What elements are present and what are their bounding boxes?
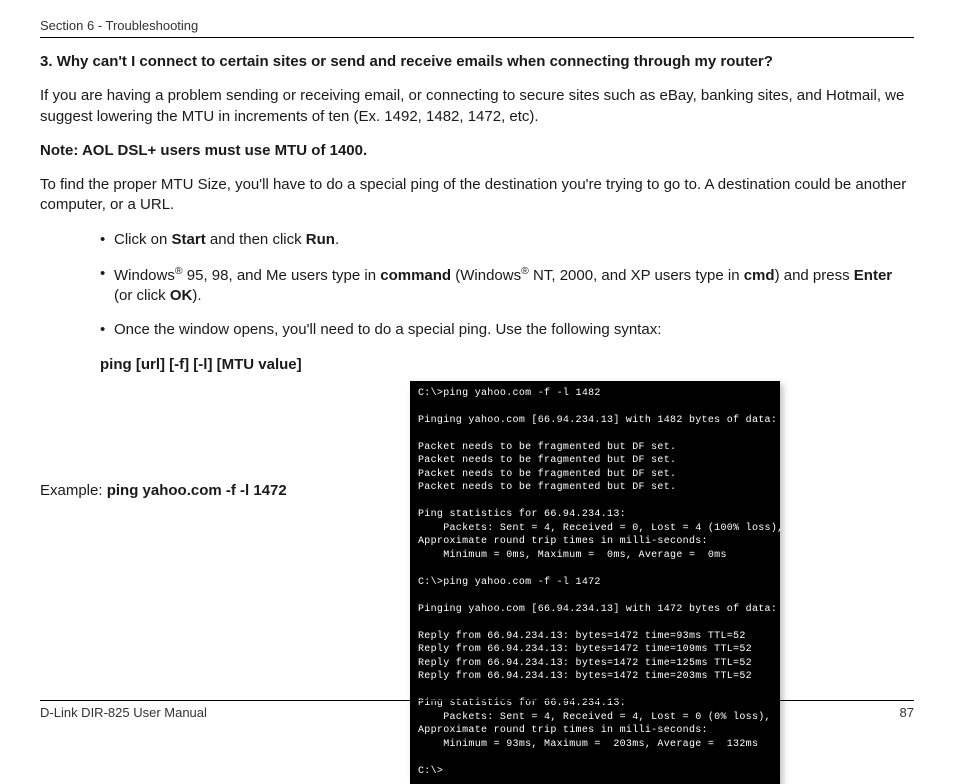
paragraph-1: If you are having a problem sending or r… bbox=[40, 86, 914, 127]
question-heading: 3. Why can't I connect to certain sites … bbox=[40, 52, 914, 72]
note-line: Note: AOL DSL+ users must use MTU of 140… bbox=[40, 141, 914, 161]
t: . bbox=[335, 231, 339, 248]
terminal-line: Reply from 66.94.234.13: bytes=1472 time… bbox=[418, 630, 772, 644]
terminal-line: Packet needs to be fragmented but DF set… bbox=[418, 468, 772, 482]
t: (or click bbox=[114, 287, 170, 304]
terminal-line bbox=[418, 400, 772, 414]
terminal-line: Reply from 66.94.234.13: bytes=1472 time… bbox=[418, 643, 772, 657]
cmd-label: cmd bbox=[744, 267, 775, 284]
terminal-line: Pinging yahoo.com [66.94.234.13] with 14… bbox=[418, 414, 772, 428]
bullet-3: • Once the window opens, you'll need to … bbox=[100, 320, 914, 340]
terminal-screenshot: C:\>ping yahoo.com -f -l 1482 Pinging ya… bbox=[410, 381, 780, 784]
terminal-line: Packet needs to be fragmented but DF set… bbox=[418, 454, 772, 468]
terminal-line: Reply from 66.94.234.13: bytes=1472 time… bbox=[418, 657, 772, 671]
terminal-line bbox=[418, 684, 772, 698]
paragraph-2: To find the proper MTU Size, you'll have… bbox=[40, 175, 914, 216]
run-label: Run bbox=[306, 231, 335, 248]
page-number: 87 bbox=[900, 705, 914, 720]
ping-syntax: ping [url] [-f] [-l] [MTU value] bbox=[100, 355, 914, 375]
terminal-line: Packet needs to be fragmented but DF set… bbox=[418, 481, 772, 495]
reg-mark: ® bbox=[175, 265, 183, 277]
terminal-line bbox=[418, 495, 772, 509]
bullet-list: • Click on Start and then click Run. • W… bbox=[100, 230, 914, 341]
content-body: 3. Why can't I connect to certain sites … bbox=[40, 52, 914, 784]
footer-left: D-Link DIR-825 User Manual bbox=[40, 705, 207, 720]
terminal-line bbox=[418, 751, 772, 765]
bullet-2-text: Windows® 95, 98, and Me users type in co… bbox=[114, 264, 914, 307]
terminal-line bbox=[418, 427, 772, 441]
terminal-line: Reply from 66.94.234.13: bytes=1472 time… bbox=[418, 670, 772, 684]
terminal-line: Minimum = 93ms, Maximum = 203ms, Average… bbox=[418, 738, 772, 752]
terminal-line bbox=[418, 562, 772, 576]
page-footer: D-Link DIR-825 User Manual 87 bbox=[40, 700, 914, 720]
reg-mark: ® bbox=[521, 265, 529, 277]
bullet-dot-icon: • bbox=[100, 264, 114, 307]
start-label: Start bbox=[172, 231, 206, 248]
question-number: 3. bbox=[40, 53, 53, 70]
t: ) and press bbox=[775, 267, 854, 284]
example-command: ping yahoo.com -f -l 1472 bbox=[107, 482, 287, 499]
example-column: Example: ping yahoo.com -f -l 1472 bbox=[40, 381, 380, 501]
terminal-line: Approximate round trip times in milli-se… bbox=[418, 724, 772, 738]
ok-label: OK bbox=[170, 287, 193, 304]
terminal-line: Ping statistics for 66.94.234.13: bbox=[418, 508, 772, 522]
footer-rule bbox=[40, 700, 914, 701]
terminal-line: C:\>ping yahoo.com -f -l 1482 bbox=[418, 387, 772, 401]
bullet-dot-icon: • bbox=[100, 320, 114, 340]
t: Windows bbox=[114, 267, 175, 284]
terminal-line: C:\>ping yahoo.com -f -l 1472 bbox=[418, 576, 772, 590]
terminal-line: Pinging yahoo.com [66.94.234.13] with 14… bbox=[418, 603, 772, 617]
t: and then click bbox=[206, 231, 306, 248]
bullet-3-text: Once the window opens, you'll need to do… bbox=[114, 320, 914, 340]
t: (Windows bbox=[451, 267, 521, 284]
terminal-line: C:\> bbox=[418, 765, 772, 779]
terminal-line: Packets: Sent = 4, Received = 0, Lost = … bbox=[418, 522, 772, 536]
terminal-line bbox=[418, 616, 772, 630]
enter-label: Enter bbox=[854, 267, 892, 284]
bullet-1: • Click on Start and then click Run. bbox=[100, 230, 914, 250]
terminal-line bbox=[418, 589, 772, 603]
bullet-2: • Windows® 95, 98, and Me users type in … bbox=[100, 264, 914, 307]
page-header: Section 6 - Troubleshooting bbox=[40, 18, 914, 38]
t: 95, 98, and Me users type in bbox=[183, 267, 381, 284]
section-label: Section 6 - Troubleshooting bbox=[40, 18, 914, 33]
terminal-line: Approximate round trip times in milli-se… bbox=[418, 535, 772, 549]
t: Click on bbox=[114, 231, 172, 248]
terminal-line: Packet needs to be fragmented but DF set… bbox=[418, 441, 772, 455]
terminal-line: Minimum = 0ms, Maximum = 0ms, Average = … bbox=[418, 549, 772, 563]
example-terminal-row: Example: ping yahoo.com -f -l 1472 C:\>p… bbox=[40, 381, 914, 784]
question-text: Why can't I connect to certain sites or … bbox=[57, 53, 773, 70]
bullet-dot-icon: • bbox=[100, 230, 114, 250]
bullet-1-text: Click on Start and then click Run. bbox=[114, 230, 914, 250]
command-label: command bbox=[380, 267, 451, 284]
example-label: Example: bbox=[40, 482, 107, 499]
t: ). bbox=[192, 287, 201, 304]
t: NT, 2000, and XP users type in bbox=[529, 267, 744, 284]
